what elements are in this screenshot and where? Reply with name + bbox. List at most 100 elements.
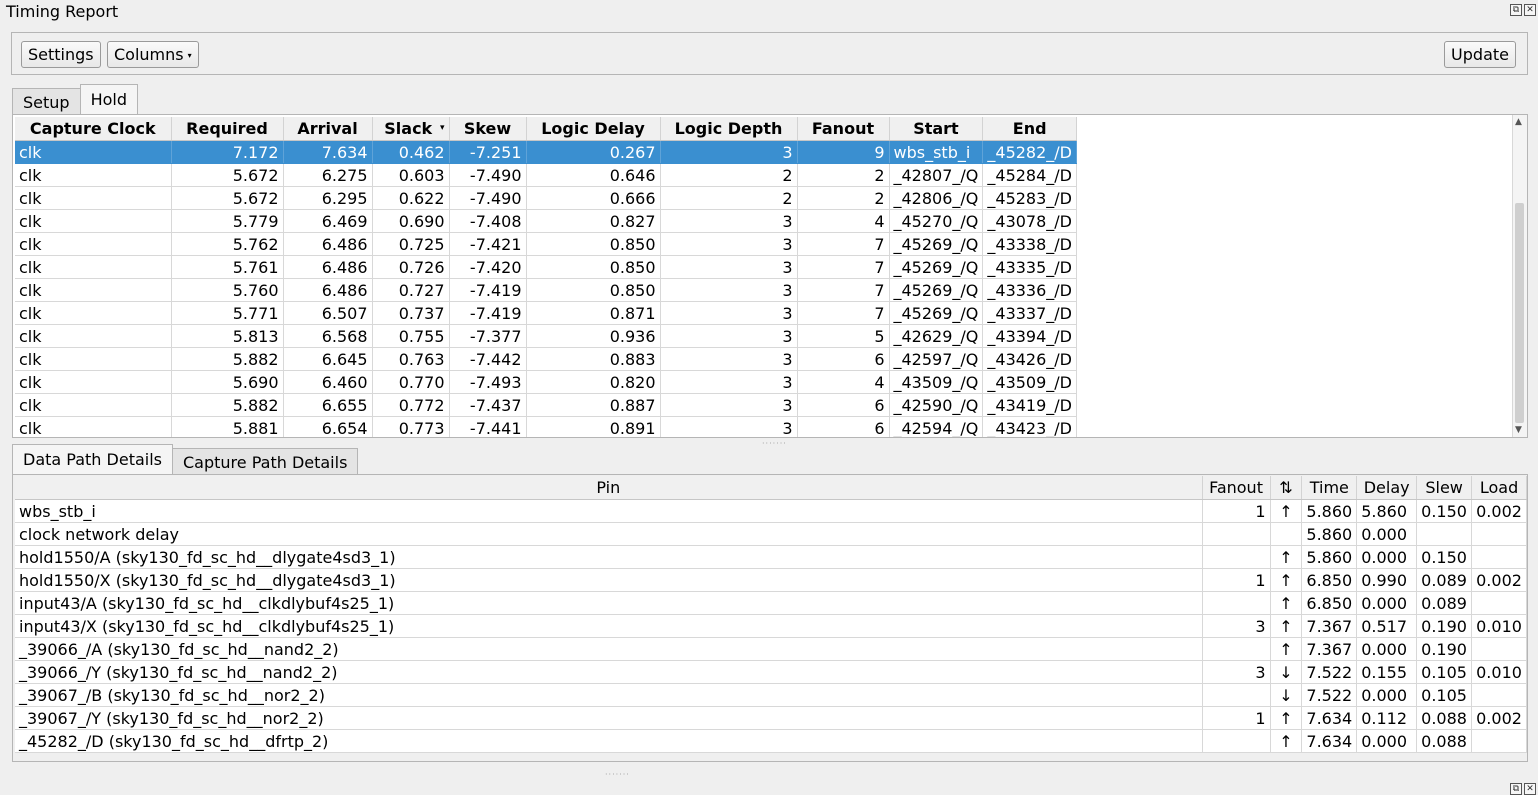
table-row[interactable]: clk 5.882 6.645 0.763 -7.442 0.883 3 6 _42597_/Q… (15, 347, 1077, 371)
column-header[interactable]: ⇅ (1270, 476, 1303, 500)
table-row[interactable]: hold1550/X (sky130_fd_sc_hd__dlygate4sd3… (15, 568, 1527, 592)
table-cell (1471, 683, 1527, 707)
table-row[interactable]: _39066_/Y (sky130_fd_sc_hd__nand2_2) 3 ↓ 7.… (15, 660, 1527, 684)
timing-paths-pane: Capture Clock Required Arrival Slack ▾ Skew Lo… (12, 114, 1528, 438)
column-header-label: Fanout (811, 119, 875, 138)
table-row[interactable]: input43/A (sky130_fd_sc_hd__clkdlybuf4s2… (15, 591, 1527, 615)
tab-hold[interactable]: Hold (79, 84, 138, 115)
column-header[interactable]: End (982, 117, 1077, 141)
table-row[interactable]: _39066_/A (sky130_fd_sc_hd__nand2_2) ↑ 7.3… (15, 637, 1527, 661)
column-header[interactable]: Fanout (1202, 476, 1271, 500)
table-cell (1202, 591, 1271, 615)
table-cell: -7.419 (449, 301, 527, 325)
column-header[interactable]: Logic Depth (660, 117, 798, 141)
table-cell: 0.089 (1416, 591, 1473, 615)
table-cell (1471, 522, 1527, 546)
table-cell: 6.507 (283, 301, 373, 325)
table-cell: 0.666 (526, 186, 661, 210)
tab-capture-path-details[interactable]: Capture Path Details (172, 448, 359, 475)
table-row[interactable]: clk 5.779 6.469 0.690 -7.408 0.827 3 4 _45270_/Q… (15, 209, 1077, 233)
table-cell: 5.690 (171, 370, 284, 394)
column-header-label: Arrival (297, 119, 358, 138)
table-cell: 0.770 (372, 370, 450, 394)
table-cell: 3 (660, 232, 798, 256)
table-cell: _43426_/D (982, 347, 1077, 371)
float-icon[interactable]: ⧉ (1510, 783, 1522, 795)
window-controls: ⧉ ✕ (1510, 4, 1536, 16)
table-cell: _43423_/D (982, 416, 1077, 437)
table-cell: 3 (660, 347, 798, 371)
table-cell: 0.646 (526, 163, 661, 187)
table-cell: _45283_/D (982, 186, 1077, 210)
table-cell: clk (15, 140, 172, 164)
float-icon[interactable]: ⧉ (1510, 4, 1522, 16)
table-row[interactable]: clock network delay 5.860 0.000 (15, 522, 1527, 546)
table-row[interactable]: wbs_stb_i 1 ↑ 5.860 5.860 0.150 0.002 (15, 499, 1527, 523)
vertical-scrollbar[interactable]: ▲ ▼ (1512, 115, 1527, 437)
table-row[interactable]: clk 5.672 6.295 0.622 -7.490 0.666 2 2 _42806_/Q… (15, 186, 1077, 210)
update-button[interactable]: Update (1444, 41, 1516, 68)
table-row[interactable]: clk 5.690 6.460 0.770 -7.493 0.820 3 4 _43509_/Q… (15, 370, 1077, 394)
table-row[interactable]: _39067_/Y (sky130_fd_sc_hd__nor2_2) 1 ↑ 7.6… (15, 706, 1527, 730)
table-cell: 6.486 (283, 255, 373, 279)
table-cell: 5.771 (171, 301, 284, 325)
table-row[interactable]: clk 5.771 6.507 0.737 -7.419 0.871 3 7 _45269_/Q… (15, 301, 1077, 325)
table-row[interactable]: clk 5.813 6.568 0.755 -7.377 0.936 3 5 _42629_/Q… (15, 324, 1077, 348)
column-header[interactable]: Start (889, 117, 984, 141)
table-cell: 0.010 (1471, 660, 1527, 684)
table-cell: 7 (797, 301, 890, 325)
table-row[interactable]: clk 5.761 6.486 0.726 -7.420 0.850 3 7 _45269_/Q… (15, 255, 1077, 279)
column-header[interactable]: Arrival (283, 117, 373, 141)
column-header[interactable]: Skew (449, 117, 527, 141)
window-controls-bottom: ⧉ ✕ (1510, 783, 1536, 795)
settings-button[interactable]: Settings (21, 41, 101, 68)
table-row[interactable]: _45282_/D (sky130_fd_sc_hd__dfrtp_2) ↑ 7.6… (15, 729, 1527, 753)
table-cell: 0.000 (1356, 729, 1418, 753)
table-row[interactable]: hold1550/A (sky130_fd_sc_hd__dlygate4sd3… (15, 545, 1527, 569)
table-cell: 2 (797, 186, 890, 210)
column-header[interactable]: Slack ▾ (372, 117, 450, 141)
scrollbar-thumb[interactable] (1515, 203, 1524, 423)
table-cell: wbs_stb_i (15, 499, 1203, 523)
table-row[interactable]: clk 5.672 6.275 0.603 -7.490 0.646 2 2 _42807_/Q… (15, 163, 1077, 187)
tab-setup[interactable]: Setup (12, 88, 81, 115)
column-header-label: Logic Depth (674, 119, 783, 138)
table-row[interactable]: input43/X (sky130_fd_sc_hd__clkdlybuf4s2… (15, 614, 1527, 638)
column-header[interactable]: Fanout (797, 117, 890, 141)
column-header[interactable]: Pin (15, 476, 1203, 500)
table-cell: _45282_/D (982, 140, 1077, 164)
column-header[interactable]: Load (1471, 476, 1527, 500)
table-cell: 0.000 (1356, 522, 1418, 546)
table-row[interactable]: clk 7.172 7.634 0.462 -7.251 0.267 3 9 wbs_stb_i… (15, 140, 1077, 164)
table-cell: 0.190 (1416, 614, 1473, 638)
column-header[interactable]: Time (1301, 476, 1358, 500)
table-cell: _39067_/B (sky130_fd_sc_hd__nor2_2) (15, 683, 1203, 707)
column-header[interactable]: Logic Delay (526, 117, 661, 141)
table-cell: 0.725 (372, 232, 450, 256)
column-header[interactable]: Required (171, 117, 284, 141)
scroll-up-icon[interactable]: ▲ (1515, 117, 1522, 127)
tab-data-path-details[interactable]: Data Path Details (12, 444, 173, 475)
column-header[interactable]: Delay (1356, 476, 1418, 500)
splitter-handle[interactable]: ······· (762, 439, 787, 448)
table-row[interactable]: clk 5.881 6.654 0.773 -7.441 0.891 3 6 _42594_/Q… (15, 416, 1077, 437)
column-header[interactable]: Capture Clock (15, 117, 172, 141)
scroll-down-icon[interactable]: ▼ (1515, 425, 1522, 435)
table-row[interactable]: clk 5.882 6.655 0.772 -7.437 0.887 3 6 _42590_/Q… (15, 393, 1077, 417)
table-cell: 0.105 (1416, 660, 1473, 684)
table-cell: clk (15, 416, 172, 437)
columns-button[interactable]: Columns ▾ (107, 41, 199, 68)
close-icon[interactable]: ✕ (1524, 783, 1536, 795)
table-cell: _45269_/Q (889, 301, 984, 325)
table-cell: 0.622 (372, 186, 450, 210)
table-cell: hold1550/X (sky130_fd_sc_hd__dlygate4sd3… (15, 568, 1203, 592)
table-cell: 0.820 (526, 370, 661, 394)
table-row[interactable]: clk 5.760 6.486 0.727 -7.419 0.850 3 7 _45269_/Q… (15, 278, 1077, 302)
close-icon[interactable]: ✕ (1524, 4, 1536, 16)
sort-indicator-icon: ▾ (439, 123, 445, 133)
table-cell: 7.634 (283, 140, 373, 164)
table-row[interactable]: _39067_/B (sky130_fd_sc_hd__nor2_2) ↓ 7.52… (15, 683, 1527, 707)
column-header[interactable]: Slew (1416, 476, 1473, 500)
splitter-handle-bottom[interactable]: ······· (605, 770, 630, 779)
table-row[interactable]: clk 5.762 6.486 0.725 -7.421 0.850 3 7 _45269_/Q… (15, 232, 1077, 256)
